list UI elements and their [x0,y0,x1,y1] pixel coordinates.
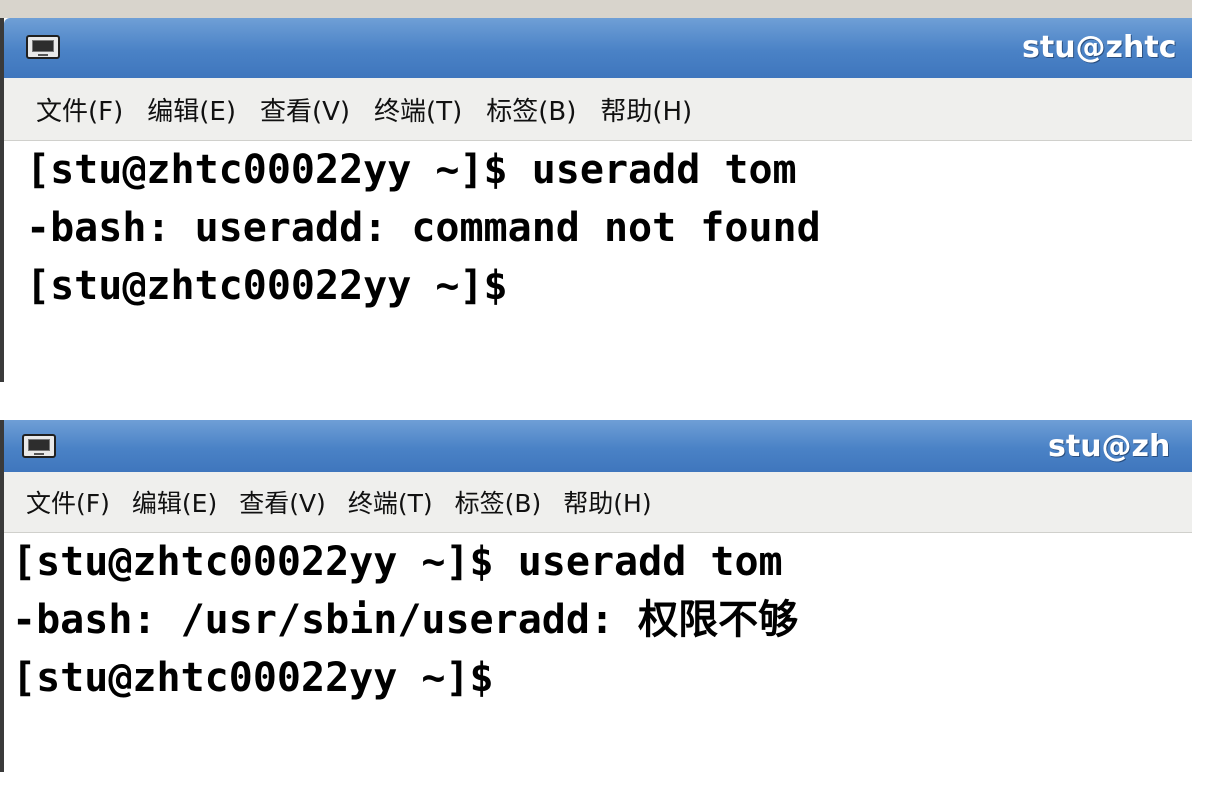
title-bar[interactable]: stu@zh [4,420,1192,472]
menu-bar: 文件(F) 编辑(E) 查看(V) 终端(T) 标签(B) 帮助(H) [4,472,1192,533]
terminal-window-icon[interactable] [22,434,56,458]
menu-view[interactable]: 查看(V) [260,91,350,128]
menu-file[interactable]: 文件(F) [26,484,110,520]
menu-bar: 文件(F) 编辑(E) 查看(V) 终端(T) 标签(B) 帮助(H) [4,78,1192,141]
menu-help[interactable]: 帮助(H) [600,91,692,128]
menu-edit[interactable]: 编辑(E) [132,484,217,520]
window-title: stu@zhtc [1022,30,1177,65]
terminal-output[interactable]: [stu@zhtc00022yy ~]$ useradd tom -bash: … [4,533,1192,772]
desktop-strip [0,0,1192,18]
terminal-window-icon[interactable] [26,35,60,59]
menu-terminal[interactable]: 终端(T) [374,91,462,128]
window-title: stu@zh [1048,429,1171,464]
terminal-line: -bash: /usr/sbin/useradd: 权限不够 [12,597,799,643]
terminal-line: [stu@zhtc00022yy ~]$ useradd tom [26,147,797,193]
menu-view[interactable]: 查看(V) [239,484,326,520]
terminal-line: [stu@zhtc00022yy ~]$ useradd tom [12,539,783,585]
menu-edit[interactable]: 编辑(E) [147,91,236,128]
menu-tabs[interactable]: 标签(B) [486,91,576,128]
terminal-output[interactable]: [stu@zhtc00022yy ~]$ useradd tom -bash: … [4,141,1192,382]
terminal-window-1: stu@zhtc 文件(F) 编辑(E) 查看(V) 终端(T) 标签(B) 帮… [0,0,1192,382]
terminal-prompt-line: [stu@zhtc00022yy ~]$ [12,655,494,701]
title-bar[interactable]: stu@zhtc [4,18,1192,78]
menu-file[interactable]: 文件(F) [36,91,123,128]
menu-help[interactable]: 帮助(H) [563,484,651,520]
menu-tabs[interactable]: 标签(B) [455,484,542,520]
menu-terminal[interactable]: 终端(T) [348,484,433,520]
terminal-window-2: stu@zh 文件(F) 编辑(E) 查看(V) 终端(T) 标签(B) 帮助(… [0,420,1192,772]
terminal-line: -bash: useradd: command not found [26,205,821,251]
terminal-prompt-line: [stu@zhtc00022yy ~]$ [26,263,508,309]
